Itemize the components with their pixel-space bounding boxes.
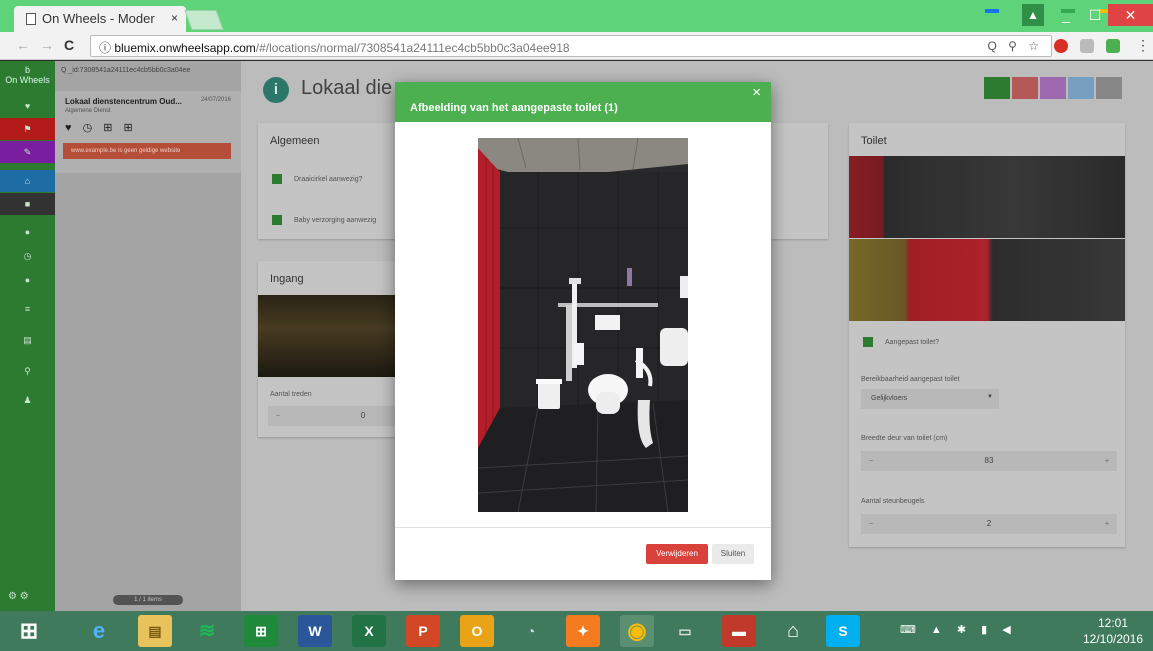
back-button[interactable]: ←: [16, 37, 30, 53]
modal-title: Afbeelding van het aangepaste toilet (1): [410, 102, 618, 114]
omnibox-icons[interactable]: Q ⚲ ☆: [987, 39, 1043, 53]
windows-taskbar: ⊞ e ▤ ≋ ⊞ W X P O ◔ ✦ ◉ ▭ ▬ ⌂ S ⌨ ▲ ✱ ▮ …: [0, 611, 1153, 651]
app-icon[interactable]: ▬: [722, 615, 756, 647]
powerpoint-icon[interactable]: P: [406, 615, 440, 647]
browser-title-bar: On Wheels - Moder × ▲ _ ☐ ✕: [0, 0, 1153, 32]
modal-divider: [395, 527, 771, 528]
chrome-menu-icon[interactable]: ⋮: [1136, 37, 1150, 54]
reload-button[interactable]: C: [64, 37, 74, 53]
file-explorer-icon[interactable]: ▤: [138, 615, 172, 647]
url-host: bluemix.onwheelsapp.com: [114, 41, 256, 55]
outlook-icon[interactable]: O: [460, 615, 494, 647]
extension-icon[interactable]: [1080, 39, 1094, 53]
modal-header: Afbeelding van het aangepaste toilet (1)…: [395, 82, 771, 122]
store-icon[interactable]: ⊞: [244, 615, 278, 647]
system-tray[interactable]: ⌨ ▲ ✱ ▮ ◀: [900, 623, 1017, 636]
image-modal: Afbeelding van het aangepaste toilet (1)…: [395, 82, 771, 580]
chrome-icon[interactable]: ◉: [620, 615, 654, 647]
address-bar[interactable]: ⓘ bluemix.onwheelsapp.com/#/locations/no…: [90, 35, 1052, 57]
forward-button[interactable]: →: [40, 37, 54, 53]
clock-time: 12:01: [1097, 616, 1129, 630]
extension-icon[interactable]: [1106, 39, 1120, 53]
windows-start-icon[interactable]: ⊞: [12, 615, 46, 647]
document-icon: [26, 13, 36, 25]
browser-toolbar: ← → C ⓘ bluemix.onwheelsapp.com/#/locati…: [0, 32, 1153, 60]
home-icon[interactable]: ⌂: [776, 615, 810, 647]
url-path: /#/locations/normal/7308541a24111ec4cb5b…: [255, 41, 570, 55]
app-icon[interactable]: ✦: [566, 615, 600, 647]
app-icon[interactable]: ▭: [668, 615, 702, 647]
clock-date: 12/10/2016: [1082, 632, 1144, 646]
close-window-button[interactable]: ✕: [1108, 4, 1153, 26]
toilet-photo: [478, 138, 688, 512]
maximize-button[interactable]: ☐: [1082, 4, 1108, 26]
info-icon: ⓘ: [99, 41, 115, 55]
spotify-icon[interactable]: ≋: [190, 615, 224, 647]
tab-title: On Wheels - Moder: [42, 11, 155, 26]
word-icon[interactable]: W: [298, 615, 332, 647]
adblock-icon[interactable]: [1054, 39, 1068, 53]
profile-icon[interactable]: ▲: [1022, 4, 1044, 26]
tab-close-icon[interactable]: ×: [171, 11, 178, 25]
new-tab-button[interactable]: [184, 10, 224, 30]
minimize-button[interactable]: _: [1052, 4, 1080, 26]
close-button[interactable]: Sluiten: [712, 544, 754, 564]
browser-tab[interactable]: On Wheels - Moder ×: [14, 6, 186, 32]
clock[interactable]: 12:01 12/10/2016: [1080, 615, 1146, 647]
delete-button[interactable]: Verwijderen: [646, 544, 708, 564]
close-icon[interactable]: ×: [752, 84, 761, 101]
excel-icon[interactable]: X: [352, 615, 386, 647]
skype-icon[interactable]: S: [826, 615, 860, 647]
app-icon[interactable]: ◔: [514, 615, 548, 647]
internet-explorer-icon[interactable]: e: [82, 615, 116, 647]
